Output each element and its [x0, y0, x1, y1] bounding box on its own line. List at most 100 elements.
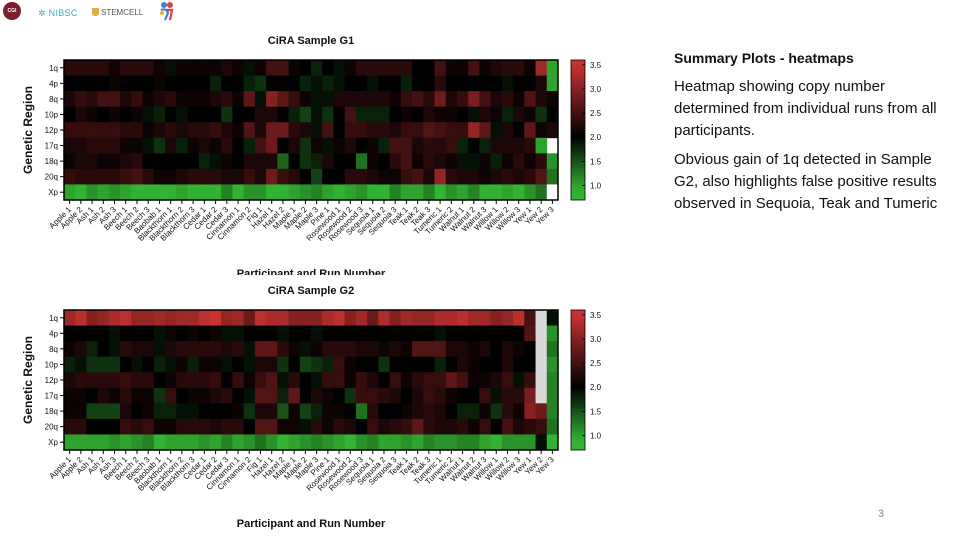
heatmap-cell — [322, 341, 334, 358]
heatmap-cell — [232, 122, 245, 139]
heatmap-cell — [367, 106, 379, 123]
heatmap-cell — [120, 418, 132, 435]
heatmap-cell — [254, 60, 267, 76]
heatmap-cell — [153, 403, 166, 420]
heatmap-cell — [479, 91, 492, 108]
summary-paragraph-2: Obvious gain of 1q detected in Sample G2… — [674, 151, 938, 212]
heatmap-cell — [501, 403, 514, 420]
heatmap-cell — [501, 122, 514, 139]
heatmap-cell — [299, 341, 312, 358]
heatmap-cell — [232, 387, 245, 404]
heatmap-cell — [120, 137, 132, 154]
colorbar-tick-label: 2.5 — [590, 359, 602, 368]
heatmap-cell — [299, 418, 312, 435]
heatmap-cell — [322, 356, 334, 373]
heatmap-cell — [479, 106, 492, 123]
heatmap-cell — [501, 91, 514, 108]
summary-title: Summary Plots - heatmaps — [674, 50, 854, 66]
heatmap-cell — [434, 418, 447, 435]
heatmap-cell — [423, 106, 435, 123]
heatmap-cell — [120, 153, 132, 170]
heatmap-cell — [97, 60, 110, 76]
y-tick-label: 4p — [49, 329, 58, 338]
heatmap-cell — [501, 153, 514, 170]
heatmap-cell — [153, 168, 166, 185]
heatmap-cell — [243, 418, 256, 435]
heatmap-cell — [288, 75, 301, 92]
heatmap-cell — [490, 60, 503, 76]
heatmap-cell — [479, 310, 492, 326]
heatmap-cell — [232, 341, 245, 358]
heatmap-cell — [423, 137, 435, 154]
heatmap-cell — [108, 387, 121, 404]
heatmap-cell — [288, 122, 301, 139]
heatmap-cell — [333, 75, 346, 92]
heatmap-cell — [254, 434, 267, 451]
heatmap-cell — [456, 341, 469, 358]
heatmap-cell — [434, 60, 447, 76]
heatmap-cell — [97, 372, 110, 389]
heatmap-cell — [221, 168, 233, 185]
heatmap-cell — [535, 122, 548, 139]
heatmap-cell — [501, 418, 514, 435]
heatmap-cell — [299, 372, 312, 389]
heatmap-cell — [288, 341, 301, 358]
heatmap-cell — [344, 372, 357, 389]
heatmap-cell — [344, 75, 357, 92]
heatmap-cell — [311, 91, 323, 108]
heatmap-cell — [165, 325, 177, 342]
heatmap-cell — [378, 168, 390, 185]
heatmap-cell — [86, 341, 99, 358]
heatmap-cell — [120, 403, 132, 420]
heatmap-cell — [400, 434, 413, 451]
heatmap-cell — [221, 91, 233, 108]
heatmap-cell — [243, 137, 256, 154]
heatmap-cell — [333, 184, 346, 201]
heatmap-cell — [355, 184, 368, 201]
heatmap-cell — [434, 168, 447, 185]
heatmap-cell — [299, 325, 312, 342]
heatmap-cell — [243, 434, 256, 451]
heatmap-cell — [479, 403, 492, 420]
heatmap-cell — [311, 325, 323, 342]
heatmap-cell — [232, 91, 245, 108]
y-tick-label: 12p — [45, 376, 59, 385]
heatmap-cell — [367, 60, 379, 76]
heatmap-cell — [288, 137, 301, 154]
logo-bar: CGI ✲ NIBSC STEMCELL — [0, 0, 200, 26]
heatmap-cell — [355, 310, 368, 326]
heatmap-cell — [120, 184, 132, 201]
heatmap-cell — [490, 341, 503, 358]
heatmap-cell — [209, 60, 222, 76]
heatmap-cell — [479, 418, 492, 435]
heatmap-cell — [277, 372, 289, 389]
heatmap-cell — [456, 91, 469, 108]
heatmap-cell — [86, 168, 99, 185]
heatmap-cell — [221, 387, 233, 404]
heatmap-cell — [131, 341, 143, 358]
heatmap-cell — [378, 106, 390, 123]
heatmap-cell — [277, 91, 289, 108]
heatmap-cell — [389, 403, 402, 420]
heatmap-cell — [546, 91, 559, 108]
heatmap-cell — [400, 137, 413, 154]
heatmap-cell — [513, 372, 525, 389]
heatmap-cell — [378, 356, 390, 373]
heatmap-cell — [187, 153, 200, 170]
heatmap-cell — [490, 153, 503, 170]
heatmap-cell — [198, 387, 211, 404]
heatmap-cell — [434, 341, 447, 358]
heatmap-cell — [513, 122, 525, 139]
heatmap-cell — [131, 122, 143, 139]
heatmap-cell — [333, 122, 346, 139]
heatmap-cell — [266, 325, 278, 342]
heatmap-cell — [86, 310, 99, 326]
heatmap-cell — [378, 75, 390, 92]
y-tick-label: 20q — [45, 173, 58, 182]
heatmap-cell — [524, 75, 536, 92]
heatmap-cell — [501, 75, 514, 92]
heatmap-cell — [400, 325, 413, 342]
heatmap-cell — [400, 310, 413, 326]
heatmap-cell — [378, 372, 390, 389]
heatmap-cell — [198, 137, 211, 154]
